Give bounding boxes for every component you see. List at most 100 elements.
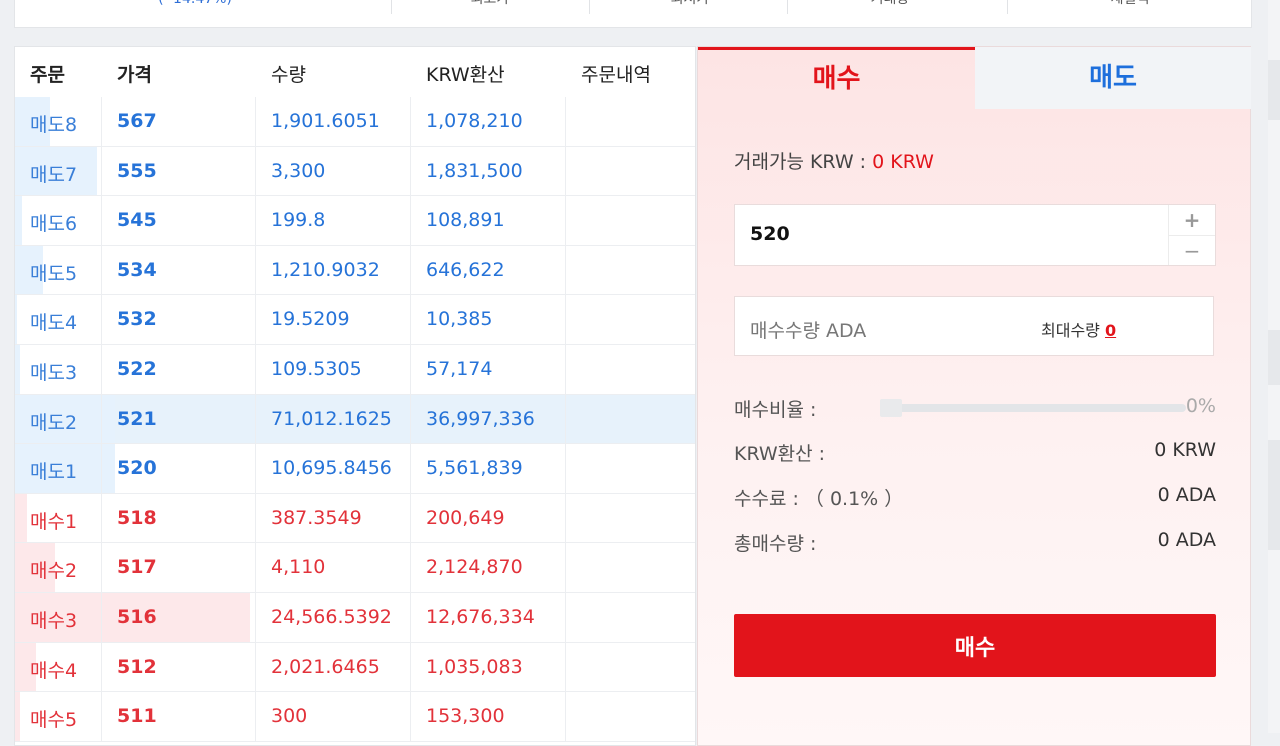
- scroll-block: [1268, 440, 1280, 550]
- order-book-row[interactable]: 매도5 534 1,210.9032 646,622: [15, 245, 695, 296]
- depth-bar: [15, 295, 17, 344]
- scrollbar[interactable]: [1268, 0, 1280, 733]
- order-price[interactable]: 522: [117, 358, 157, 380]
- column-divider: [410, 642, 411, 692]
- column-divider: [410, 592, 411, 642]
- column-divider: [101, 493, 102, 543]
- tab-buy[interactable]: 매수: [698, 47, 975, 109]
- order-quantity: 10,695.8456: [271, 457, 392, 480]
- order-quantity: 1,210.9032: [271, 258, 380, 281]
- order-krw: 12,676,334: [426, 605, 535, 628]
- order-price[interactable]: 545: [117, 209, 157, 231]
- order-book-row[interactable]: 매수2 517 4,110 2,124,870: [15, 543, 695, 593]
- column-divider: [255, 444, 256, 493]
- order-book-row[interactable]: 매도3 522 109.5305 57,174: [15, 344, 695, 395]
- order-price[interactable]: 534: [117, 259, 157, 281]
- order-book-row[interactable]: 매도1 520 10,695.8456 5,561,839: [15, 444, 695, 494]
- order-quantity: 109.5305: [271, 357, 362, 380]
- order-label: 매수5: [30, 709, 78, 732]
- column-divider: [410, 692, 411, 741]
- column-divider: [101, 146, 102, 196]
- order-price[interactable]: 517: [117, 556, 157, 578]
- trade-amount-label: 체결액: [1055, 0, 1205, 14]
- order-price[interactable]: 520: [117, 457, 157, 479]
- order-price[interactable]: 511: [117, 705, 157, 727]
- column-divider: [255, 344, 256, 394]
- order-price[interactable]: 512: [117, 656, 157, 678]
- plus-icon[interactable]: +: [1169, 205, 1215, 236]
- order-quantity: 1,901.6051: [271, 110, 380, 132]
- order-label: 매도7: [30, 163, 78, 186]
- column-divider: [565, 97, 566, 146]
- column-divider: [255, 97, 256, 146]
- col-quantity: 수량: [271, 64, 306, 86]
- order-price[interactable]: 567: [117, 110, 157, 132]
- order-krw: 1,078,210: [426, 110, 523, 132]
- available-value: 0 KRW: [872, 151, 934, 173]
- order-book-row[interactable]: 매도2 521 71,012.1625 36,997,336: [15, 394, 695, 445]
- order-book-row[interactable]: 매수5 511 300 153,300: [15, 692, 695, 742]
- column-divider: [565, 394, 566, 444]
- order-krw: 57,174: [426, 357, 493, 380]
- order-price[interactable]: 521: [117, 408, 157, 430]
- scroll-block: [1268, 60, 1280, 120]
- order-price[interactable]: 518: [117, 507, 157, 529]
- fee-row: 수수료 : （ 0.1% ） 0 ADA: [734, 484, 1216, 510]
- order-book-row[interactable]: 매도7 555 3,300 1,831,500: [15, 146, 695, 197]
- tab-sell[interactable]: 매도: [975, 47, 1251, 109]
- quantity-input[interactable]: 매수수량 ADA 최대수량 0: [734, 296, 1214, 356]
- column-divider: [101, 295, 102, 344]
- column-divider: [255, 592, 256, 642]
- order-price[interactable]: 516: [117, 606, 157, 628]
- col-order-history: 주문내역: [581, 64, 651, 86]
- change-rate: ( -14.47%): [115, 0, 275, 14]
- column-divider: [255, 692, 256, 741]
- buy-button[interactable]: 매수: [734, 614, 1216, 677]
- column-divider: [101, 97, 102, 146]
- order-book-header: 주문 가격 수량 KRW환산 주문내역: [15, 47, 695, 97]
- column-divider: [101, 543, 102, 592]
- minus-icon[interactable]: −: [1169, 236, 1215, 266]
- depth-bar: [15, 493, 27, 543]
- order-book-rows: 매도8 567 1,901.6051 1,078,210 매도7 555 3,300 1,83…: [15, 97, 695, 742]
- column-divider: [565, 444, 566, 493]
- max-quantity-label: 최대수량: [1041, 321, 1100, 340]
- price-input[interactable]: 520 + −: [734, 204, 1216, 266]
- total-label: 총매수량 :: [734, 533, 817, 555]
- order-book: 주문 가격 수량 KRW환산 주문내역 매도8 567 1,901.6051 1,07…: [14, 46, 696, 746]
- order-label: 매도6: [30, 213, 78, 236]
- col-order: 주문: [30, 64, 65, 86]
- order-krw: 1,035,083: [426, 655, 523, 678]
- column-divider: [565, 543, 566, 592]
- scroll-block: [1268, 330, 1280, 385]
- order-price[interactable]: 555: [117, 160, 157, 182]
- column-divider: [565, 295, 566, 344]
- order-quantity: 199.8: [271, 209, 326, 232]
- column-divider: [101, 344, 102, 394]
- column-divider: [255, 295, 256, 344]
- order-book-row[interactable]: 매수4 512 2,021.6465 1,035,083: [15, 642, 695, 693]
- order-krw: 10,385: [426, 308, 493, 331]
- total-row: 총매수량 : 0 ADA: [734, 529, 1216, 555]
- order-book-row[interactable]: 매도8 567 1,901.6051 1,078,210: [15, 97, 695, 147]
- col-krw: KRW환산: [426, 64, 505, 86]
- buy-ratio-slider[interactable]: [880, 399, 1186, 417]
- krw-convert-label: KRW환산 :: [734, 443, 826, 465]
- order-book-row[interactable]: 매도6 545 199.8 108,891: [15, 196, 695, 246]
- max-quantity-value[interactable]: 0: [1105, 321, 1116, 340]
- depth-bar: [15, 196, 22, 245]
- order-label: 매도4: [30, 312, 78, 335]
- available-krw: 거래가능 KRW : 0 KRW: [734, 147, 934, 174]
- order-quantity: 24,566.5392: [271, 605, 392, 628]
- slider-handle[interactable]: [880, 399, 902, 417]
- order-krw: 108,891: [426, 209, 505, 232]
- order-quantity: 300: [271, 705, 308, 728]
- order-book-row[interactable]: 매도4 532 19.5209 10,385: [15, 295, 695, 345]
- order-book-row[interactable]: 매수1 518 387.3549 200,649: [15, 493, 695, 544]
- column-divider: [565, 642, 566, 692]
- order-krw: 646,622: [426, 258, 505, 281]
- order-price[interactable]: 532: [117, 308, 157, 330]
- price-value: 520: [750, 223, 790, 245]
- column-divider: [410, 146, 411, 196]
- order-book-row[interactable]: 매수3 516 24,566.5392 12,676,334: [15, 592, 695, 643]
